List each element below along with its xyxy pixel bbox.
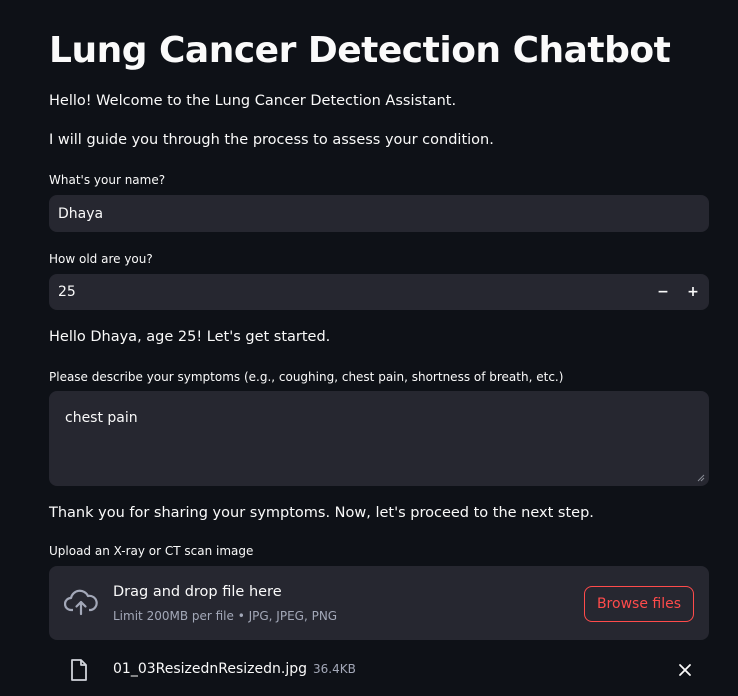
resize-grip-icon[interactable] [697, 474, 705, 482]
welcome-text: Hello! Welcome to the Lung Cancer Detect… [49, 93, 457, 109]
age-input[interactable] [50, 275, 648, 309]
uploaded-file-name: 01_03ResizednResizedn.jpg [113, 661, 307, 677]
close-icon[interactable] [677, 662, 693, 678]
dropzone-hint: Limit 200MB per file • JPG, JPEG, PNG [113, 609, 338, 623]
greeting-text: Hello Dhaya, age 25! Let's get started. [49, 329, 331, 345]
name-label: What's your name? [49, 173, 166, 187]
file-icon [71, 659, 87, 681]
uploaded-file-row: 01_03ResizednResizedn.jpg 36.4KB [49, 652, 709, 688]
page-title: Lung Cancer Detection Chatbot [49, 30, 671, 71]
age-increment-button[interactable]: + [678, 274, 708, 310]
app-page: Lung Cancer Detection Chatbot Hello! Wel… [0, 0, 738, 696]
uploaded-file-size: 36.4KB [312, 662, 356, 676]
symptoms-label: Please describe your symptoms (e.g., cou… [49, 370, 564, 384]
upload-label: Upload an X-ray or CT scan image [49, 544, 254, 558]
age-label: How old are you? [49, 252, 153, 266]
thanks-text: Thank you for sharing your symptoms. Now… [49, 505, 594, 521]
symptoms-field-container: chest pain [49, 391, 709, 486]
age-decrement-button[interactable]: − [648, 274, 678, 310]
uploaded-file-info: 01_03ResizednResizedn.jpg 36.4KB [113, 661, 356, 677]
cloud-upload-icon [64, 589, 98, 616]
age-field-container: − + [49, 274, 709, 310]
symptoms-textarea[interactable]: chest pain [50, 392, 708, 485]
name-input[interactable] [50, 196, 708, 231]
file-dropzone[interactable]: Drag and drop file here Limit 200MB per … [49, 566, 709, 640]
guide-text: I will guide you through the process to … [49, 132, 494, 148]
browse-files-button[interactable]: Browse files [583, 586, 694, 622]
dropzone-title: Drag and drop file here [113, 584, 282, 600]
name-field-container [49, 195, 709, 232]
